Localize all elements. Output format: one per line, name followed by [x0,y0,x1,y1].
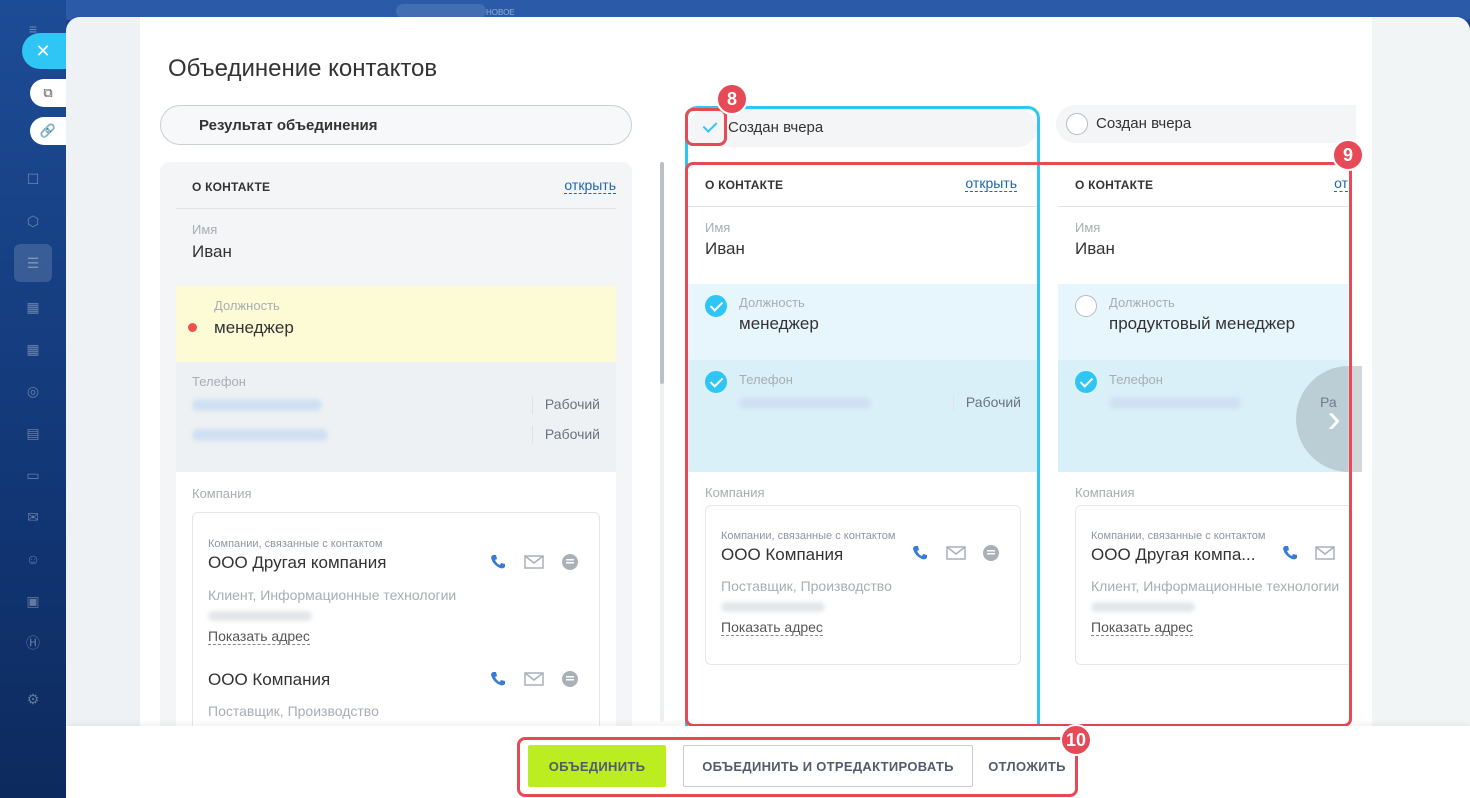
mail-icon[interactable] [523,668,545,690]
result-header: Результат объединения [160,105,632,145]
candidate-2-header[interactable]: Создан вчера [1056,105,1356,143]
crm-filter-icon[interactable]: ☰ [14,244,52,282]
mail-icon[interactable] [523,551,545,573]
close-slider-button[interactable]: ✕ [22,33,66,69]
result-card: О КОНТАКТЕ открыть Имя Иван Должность ме… [160,162,632,798]
annotation-9-badge: 9 [1332,139,1364,171]
result-company-label: Компания [192,486,252,501]
changed-dot [188,323,197,332]
result-phone-label: Телефон [192,374,246,389]
result-name-value: Иван [192,242,232,261]
company-2-name[interactable]: ООО Компания [208,670,330,690]
divider [176,208,616,209]
result-position-label: Должность [214,298,280,313]
document-icon[interactable]: ▤ [22,422,44,444]
panel-right-strip [1372,17,1470,798]
mail-icon[interactable]: ✉ [22,506,44,528]
open-in-new-window-button[interactable]: ⧉ [30,79,66,107]
phone-icon[interactable] [487,668,509,690]
topbar-new-label: НОВОЕ [486,8,515,17]
action-bar: ОБЪЕДИНИТЬ ОБЪЕДИНИТЬ И ОТРЕДАКТИРОВАТЬ … [66,724,1470,798]
users-icon[interactable]: ☺ [22,548,44,570]
candidate-1-created: Создан вчера [728,119,824,136]
hexagon-icon[interactable]: ⬡ [22,210,44,232]
phone-icon[interactable] [487,551,509,573]
result-phone-1-blurred [192,399,322,411]
result-position-row: Должность менеджер [176,286,616,362]
result-phone-2-blurred [192,429,328,441]
result-phone-row: Телефон Рабочий Рабочий [176,362,616,472]
company-1-phone-blurred [208,611,312,621]
annotation-8-frame [685,108,727,146]
monitor-icon[interactable]: ▣ [22,590,44,612]
candidate-2-radio[interactable] [1066,113,1088,135]
company-2-details: Поставщик, Производство [208,703,379,719]
result-section-title: О КОНТАКТЕ [192,180,271,194]
page-title: Объединение контактов [168,55,438,82]
chat-bubble-icon[interactable] [559,668,581,690]
company-1-address-link[interactable]: Показать адрес [208,629,310,645]
result-phone-2-type: Рабочий [531,426,600,444]
candidate-1-header[interactable]: Создан вчера [688,109,1037,147]
company-1-details: Клиент, Информационные технологии [208,587,457,603]
settings-icon[interactable]: ⚙ [22,688,44,710]
result-scrollbar[interactable] [660,162,664,384]
chat-icon[interactable]: ☐ [22,168,44,190]
h-badge-icon[interactable]: Ⓗ [22,632,44,654]
annotation-10-frame [517,737,1078,797]
calendar-icon[interactable]: ▦ [22,296,44,318]
copy-link-button[interactable]: 🔗 [30,117,66,145]
result-open-link[interactable]: открыть [564,178,616,194]
topbar-ghost-search [396,4,486,18]
candidate-2-created: Создан вчера [1096,115,1192,132]
annotation-9-frame [685,162,1352,727]
result-name-label: Имя [192,222,218,237]
card-icon[interactable]: ▭ [22,464,44,486]
annotation-10-badge: 10 [1060,724,1092,756]
result-section-header: О КОНТАКТЕ открыть [160,162,632,208]
annotation-8-badge: 8 [716,83,748,115]
company-1-name[interactable]: ООО Другая компания [208,553,386,573]
result-phone-1-type: Рабочий [531,396,600,414]
calendar-alt-icon[interactable]: ▦ [22,338,44,360]
companies-caption: Компании, связанные с контактом [208,538,383,550]
merge-panel: Объединение контактов Результат объедине… [66,17,1470,798]
chat-bubble-icon[interactable] [559,551,581,573]
result-position-value: менеджер [214,318,294,337]
robot-icon[interactable]: ◎ [22,380,44,402]
